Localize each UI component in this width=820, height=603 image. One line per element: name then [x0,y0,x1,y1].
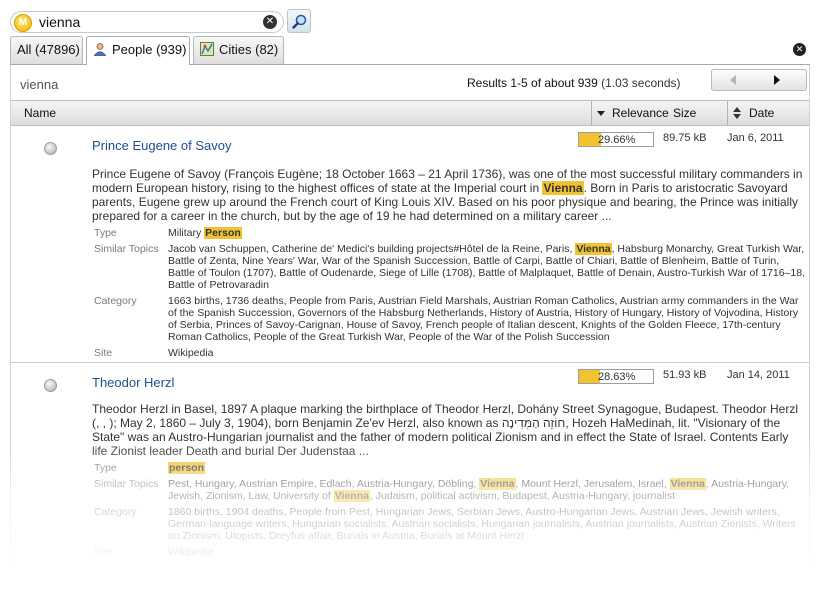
previous-page-icon[interactable] [730,75,736,85]
next-page-icon[interactable] [774,75,780,85]
results-timing: (1.03 seconds) [601,76,681,90]
tab-label: Cities (82) [219,42,279,57]
column-relevance[interactable]: Relevance [612,101,669,125]
meta-value-site: Wikipedia [168,347,214,359]
highlight: Vienna [575,243,612,255]
search-button[interactable] [287,9,311,33]
column-divider [591,101,592,125]
sort-descending-icon[interactable] [597,101,605,125]
app-logo-icon: M [14,14,32,32]
tab-label: People (939) [112,42,187,57]
result-row: Prince Eugene of Savoy 29.66% 89.75 kB J… [11,127,809,363]
highlight: Person [204,227,242,239]
sort-toggle-icon[interactable] [729,101,745,125]
relevance-value: 29.66% [598,134,636,146]
meta-value-category: 1663 births, 1736 deaths, People from Pa… [168,295,799,343]
result-size: 89.75 kB [663,132,707,144]
meta-value-site: Wikipedia [168,546,214,558]
meta-label-category: Category [94,295,137,307]
meta-value-similar: Jacob van Schuppen, Catherine de' Medici… [168,243,805,291]
highlight: Vienna [542,181,584,195]
results-panel: vienna Results 1-5 of about 939 (1.03 se… [10,65,810,603]
result-title-link[interactable]: Theodor Herzl [92,375,174,390]
meta-value-category: 1860 births, 1904 deaths, People from Pe… [168,506,796,542]
meta-label-site: Site [94,347,113,359]
relevance-value: 28.63% [598,371,636,383]
tab-all[interactable]: All (47896) [10,36,83,64]
map-icon [200,42,214,56]
meta-label-category: Category [94,506,137,518]
magnifier-icon [292,14,307,29]
highlight: Vienna [479,478,516,490]
clear-search-icon[interactable]: ✕ [263,15,277,29]
relevance-bar: 29.66% [578,132,654,147]
column-name[interactable]: Name [24,101,56,125]
result-snippet: Theodor Herzl in Basel, 1897 A plaque ma… [92,402,798,458]
results-count: Results 1-5 of about 939 [467,76,598,90]
result-date: Jan 14, 2011 [727,369,790,381]
result-title-link[interactable]: Prince Eugene of Savoy [92,138,231,153]
highlight: Vienna [669,478,706,490]
column-date[interactable]: Date [749,101,774,125]
highlight: person [168,462,206,474]
category-tab-bar: All (47896) People (939) Cities (82) ✕ [10,35,810,65]
tab-people[interactable]: People (939) [86,36,190,65]
wikipedia-icon [44,142,57,155]
meta-label-similar: Similar Topics [94,478,159,490]
result-date: Jan 6, 2011 [727,132,784,144]
meta-value-type: Military Person [168,227,242,239]
wikipedia-icon [44,379,57,392]
highlight: Vienna [333,490,370,502]
relevance-bar: 28.63% [578,369,654,384]
person-icon [93,43,107,56]
column-size[interactable]: Size [673,101,696,125]
meta-label-site: Site [94,546,113,558]
column-header: Name Relevance Size Date [11,100,809,126]
search-field[interactable]: M ✕ [10,11,284,33]
meta-label-type: Type [94,227,117,239]
query-label: vienna [20,77,59,92]
search-bar: M ✕ [10,8,311,36]
search-input[interactable] [39,13,257,31]
close-tab-icon[interactable]: ✕ [793,43,806,56]
result-snippet: Prince Eugene of Savoy (François Eugène;… [92,167,803,223]
tab-cities[interactable]: Cities (82) [193,36,284,64]
pager [711,69,807,91]
meta-label-type: Type [94,462,117,474]
column-divider [727,101,728,125]
tab-label: All (47896) [17,42,80,57]
results-summary: Results 1-5 of about 939 (1.03 seconds) [467,76,681,90]
result-size: 51.93 kB [663,369,707,381]
meta-value-similar: Pest, Hungary, Austrian Empire, Edlach, … [168,478,790,502]
result-row: Theodor Herzl 28.63% 51.93 kB Jan 14, 20… [11,364,809,564]
meta-value-type: person [168,462,808,474]
relevance-fill [579,370,601,383]
meta-label-similar: Similar Topics [94,243,159,255]
